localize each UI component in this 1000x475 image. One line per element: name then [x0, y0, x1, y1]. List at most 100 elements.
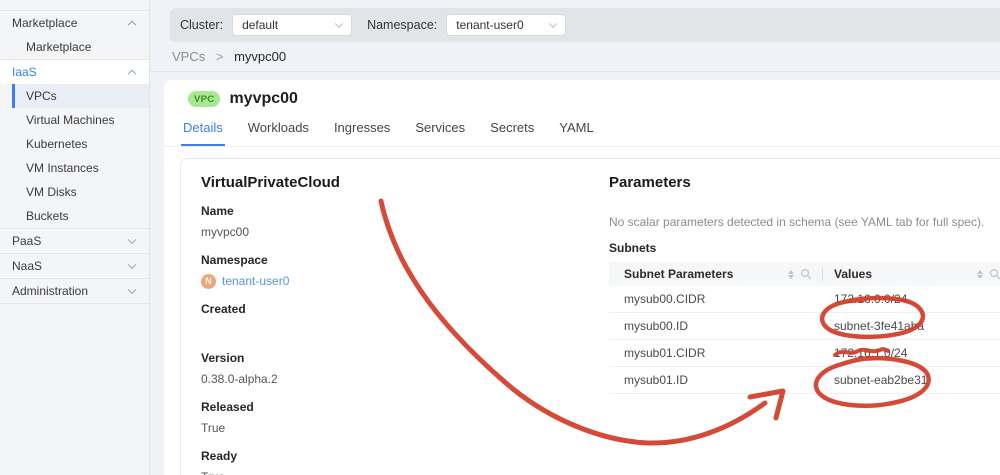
chevron-down-icon	[127, 235, 137, 245]
sidebar-item-kubernetes[interactable]: Kubernetes	[0, 132, 149, 156]
field-created: Created	[201, 302, 571, 338]
sidebar-section-header-administration[interactable]: Administration	[0, 279, 149, 303]
sidebar-section-header-naas[interactable]: NaaS	[0, 254, 149, 278]
cell-param: mysub00.ID	[624, 319, 689, 333]
sidebar-section-naas: NaaS	[0, 253, 149, 278]
table-header-row: Subnet Parameters Values	[609, 262, 1000, 286]
sidebar-item-vm-disks[interactable]: VM Disks	[0, 180, 149, 204]
cell-value: subnet-eab2be31	[834, 373, 928, 387]
chevron-up-icon	[127, 69, 137, 79]
sidebar-section-header-paas[interactable]: PaaS	[0, 229, 149, 253]
breadcrumb-parent-link[interactable]: VPCs	[172, 49, 205, 64]
details-heading: VirtualPrivateCloud	[201, 174, 340, 191]
sidebar-item-label: VM Instances	[26, 161, 99, 175]
sidebar-item-label: Buckets	[26, 209, 69, 223]
page-title: myvpc00	[229, 90, 298, 107]
section-label: Administration	[12, 284, 89, 298]
namespace-select-value: tenant-user0	[456, 18, 524, 32]
cluster-select-value: default	[242, 18, 279, 32]
field-name: Name myvpc00	[201, 204, 571, 240]
section-label: IaaS	[12, 65, 37, 79]
field-value: 0.38.0-alpha.2	[201, 372, 278, 386]
chevron-down-icon	[127, 285, 137, 295]
sidebar-section-administration: Administration	[0, 278, 149, 304]
chevron-up-icon	[127, 20, 137, 30]
sidebar-item-label: Kubernetes	[26, 137, 88, 151]
page-header: VPC myvpc00	[164, 80, 1000, 108]
field-label: Namespace	[201, 253, 268, 267]
sidebar-section-header-iaas[interactable]: IaaS	[0, 60, 149, 84]
breadcrumb-current: myvpc00	[234, 49, 287, 64]
chevron-down-icon	[549, 19, 558, 29]
section-label: PaaS	[12, 234, 42, 248]
sidebar-item-buckets[interactable]: Buckets	[0, 204, 149, 228]
field-label: Created	[201, 302, 246, 316]
cell-param: mysub00.CIDR	[624, 292, 706, 306]
field-ready: Ready True	[201, 449, 571, 475]
cell-param: mysub01.CIDR	[624, 346, 706, 360]
field-label: Version	[201, 351, 245, 365]
sort-icon[interactable]	[788, 269, 794, 279]
column-header-subnet-parameters: Subnet Parameters	[624, 267, 734, 281]
sidebar-item-label: VM Disks	[26, 185, 77, 199]
field-label: Released	[201, 400, 254, 414]
field-label: Name	[201, 204, 234, 218]
sidebar: Marketplace Marketplace IaaS VPCs Virtua…	[0, 0, 150, 475]
tab-secrets[interactable]: Secrets	[488, 117, 536, 146]
sidebar-item-marketplace[interactable]: Marketplace	[0, 35, 149, 59]
chevron-down-icon	[127, 260, 137, 270]
cluster-select[interactable]: default	[232, 14, 353, 36]
field-value: True	[201, 421, 226, 435]
section-label: Marketplace	[12, 16, 78, 30]
namespace-label: Namespace:	[367, 18, 438, 32]
table-row: mysub01.ID subnet-eab2be31	[609, 367, 1000, 394]
column-header-values: Values	[834, 267, 873, 281]
tab-details[interactable]: Details	[181, 117, 225, 146]
details-panel: VirtualPrivateCloud Name myvpc00 Namespa…	[180, 158, 1000, 475]
main-content-card: VPC myvpc00 Details Workloads Ingresses …	[164, 80, 1000, 475]
parameters-note: No scalar parameters detected in schema …	[609, 215, 985, 229]
sidebar-item-label: Marketplace	[26, 40, 92, 54]
context-toolbar: Cluster: default Namespace: tenant-user0	[170, 8, 1000, 42]
sidebar-item-vpcs[interactable]: VPCs	[12, 84, 149, 108]
cell-value: subnet-3fe41aba	[834, 319, 925, 333]
breadcrumb: VPCs > myvpc00	[172, 43, 286, 71]
field-namespace: Namespace N tenant-user0	[201, 253, 571, 289]
namespace-select[interactable]: tenant-user0	[446, 14, 567, 36]
breadcrumb-separator: >	[215, 49, 224, 64]
field-released: Released True	[201, 400, 571, 436]
tab-yaml[interactable]: YAML	[557, 117, 595, 146]
subnets-table: Subnet Parameters Values mysub00.CIDR 17…	[609, 262, 1000, 394]
field-label: Ready	[201, 449, 238, 463]
tab-services[interactable]: Services	[413, 117, 467, 146]
namespace-link[interactable]: tenant-user0	[222, 274, 289, 289]
divider	[150, 71, 1000, 72]
search-icon[interactable]	[989, 268, 1000, 280]
sidebar-section-marketplace: Marketplace Marketplace	[0, 10, 149, 59]
sidebar-item-label: Virtual Machines	[26, 113, 115, 127]
cell-value: 172.16.1.0/24	[834, 346, 908, 360]
tab-bar: Details Workloads Ingresses Services Sec…	[164, 117, 1000, 147]
cell-value: 172.16.0.0/24	[834, 292, 908, 306]
vpc-kind-badge: VPC	[188, 91, 221, 107]
parameters-heading: Parameters	[609, 174, 691, 191]
sidebar-section-paas: PaaS	[0, 228, 149, 253]
search-icon[interactable]	[800, 268, 812, 280]
cell-param: mysub01.ID	[624, 373, 689, 387]
subnets-label: Subnets	[609, 241, 657, 255]
sidebar-item-label: VPCs	[26, 89, 57, 103]
field-value: myvpc00	[201, 225, 250, 239]
sidebar-section-header-marketplace[interactable]: Marketplace	[0, 11, 149, 35]
sidebar-item-virtual-machines[interactable]: Virtual Machines	[0, 108, 149, 132]
tab-ingresses[interactable]: Ingresses	[332, 117, 392, 146]
sort-icon[interactable]	[977, 269, 983, 279]
resource-details: VirtualPrivateCloud Name myvpc00 Namespa…	[201, 159, 571, 475]
field-value	[201, 323, 571, 338]
section-label: NaaS	[12, 259, 43, 273]
field-value: True	[201, 470, 571, 475]
tab-workloads[interactable]: Workloads	[246, 117, 311, 146]
cluster-label: Cluster:	[180, 18, 224, 32]
chevron-down-icon	[334, 19, 344, 29]
field-version: Version 0.38.0-alpha.2	[201, 351, 571, 387]
sidebar-item-vm-instances[interactable]: VM Instances	[0, 156, 149, 180]
